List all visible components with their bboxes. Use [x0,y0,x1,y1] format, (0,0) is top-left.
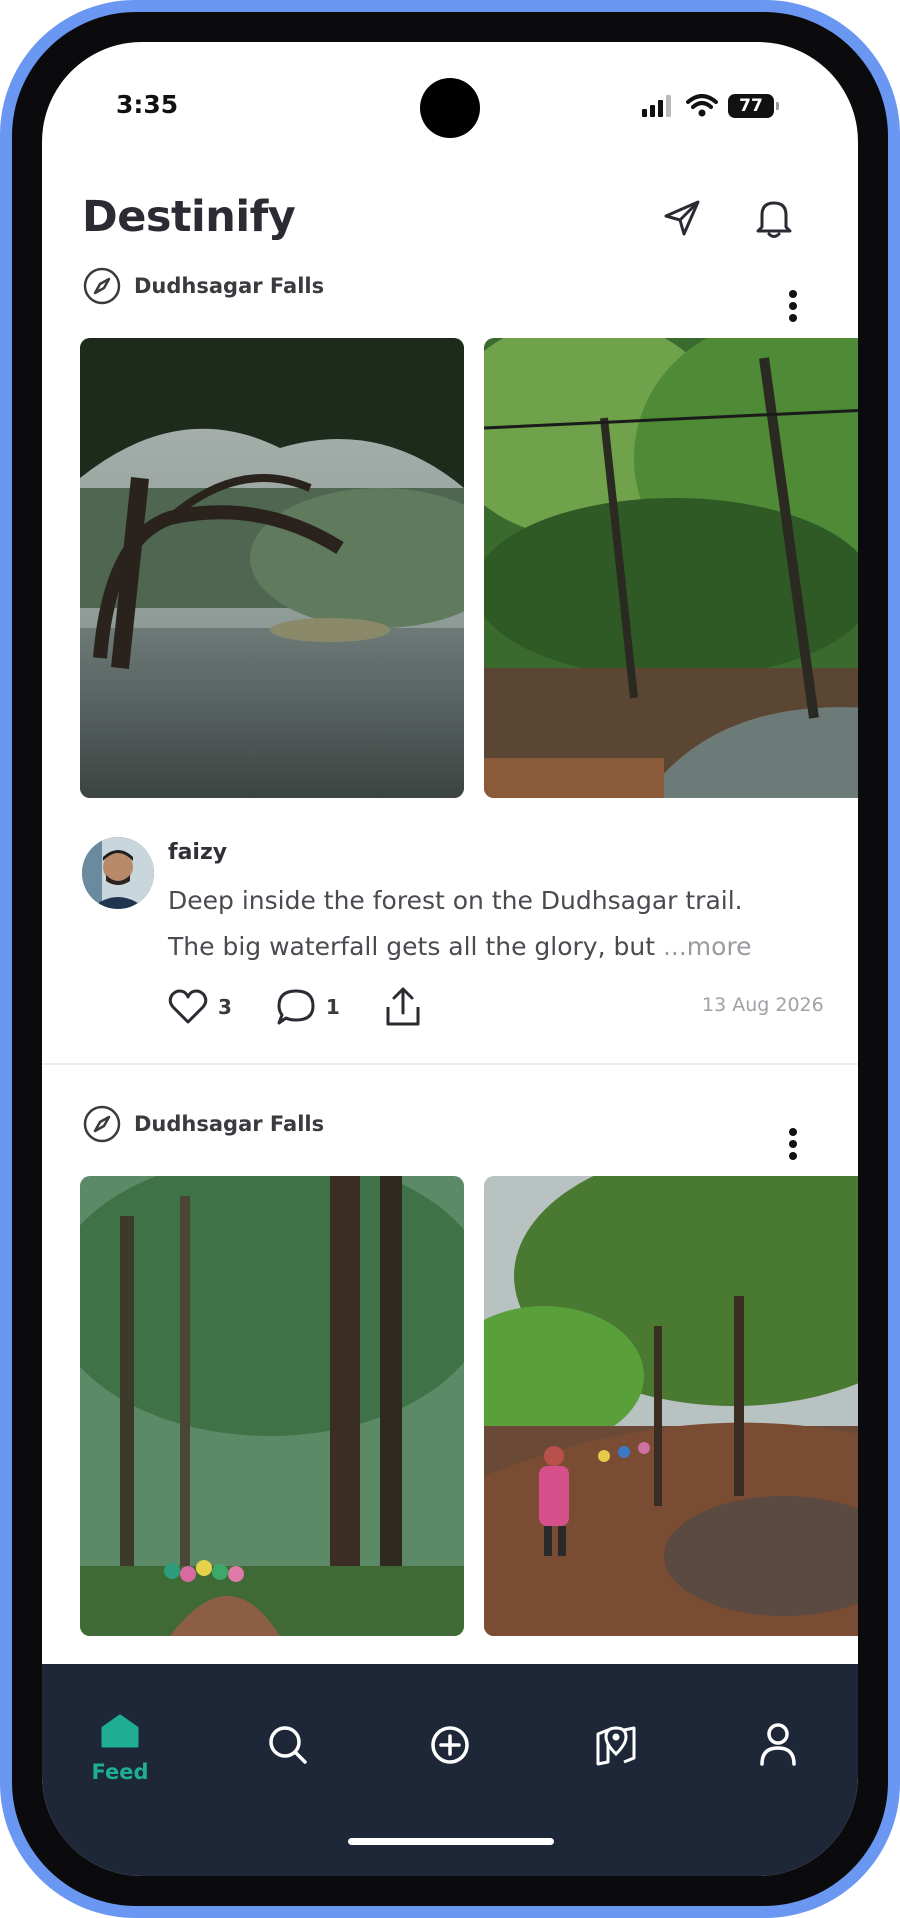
nav-profile[interactable] [728,1722,828,1766]
nav-search[interactable] [238,1724,338,1766]
nav-map[interactable] [566,1724,666,1766]
like-count: 3 [218,995,232,1019]
heart-icon [168,989,208,1024]
map-pin-icon [596,1726,636,1766]
post-date: 13 Aug 2026 [702,994,824,1016]
status-icons: 77 [642,92,779,120]
comment-count: 1 [325,995,340,1019]
author-name[interactable]: faizy [168,840,227,865]
nav-feed[interactable]: Feed [70,1714,170,1784]
signal-icon [642,95,671,117]
compass-icon [83,1105,121,1143]
avatar[interactable] [82,837,154,909]
post-location[interactable]: Dudhsagar Falls [82,266,324,306]
nav-label: Feed [91,1760,149,1784]
location-name: Dudhsagar Falls [134,1112,325,1136]
divider [42,1063,858,1065]
caption-line: Deep inside the forest on the Dudhsagar … [168,886,743,915]
compass-icon [83,267,121,305]
location-name: Dudhsagar Falls [134,274,325,298]
post-location[interactable]: Dudhsagar Falls [82,1104,324,1144]
nav-add[interactable] [400,1724,500,1766]
caption-line: The big waterfall gets all the glory, bu… [168,932,663,961]
post-photo[interactable] [80,1176,464,1636]
bell-icon [756,201,792,238]
send-button[interactable] [658,194,706,242]
more-vertical-icon [789,1128,797,1160]
battery-level: 77 [739,96,763,116]
wifi-icon [686,94,718,117]
post-photo[interactable] [80,338,464,798]
comment-icon [277,989,315,1025]
share-button[interactable] [384,987,422,1027]
like-button[interactable]: 3 [168,989,232,1025]
camera-cutout [420,78,480,138]
screen: 3:35 77 Destinify Dudhsagar Falls faizy … [42,42,858,1876]
post-photo[interactable] [484,1176,858,1636]
share-icon [386,987,420,1026]
notifications-button[interactable] [750,194,798,242]
send-icon [664,200,700,236]
post-actions: 3 1 [168,987,466,1027]
search-icon [269,1726,307,1764]
home-icon [101,1714,139,1748]
more-link[interactable]: ...more [663,932,752,961]
status-time: 3:35 [116,90,179,119]
post-menu-button[interactable] [780,1122,806,1166]
comment-button[interactable]: 1 [276,988,340,1026]
home-indicator[interactable] [348,1838,554,1845]
post-photo[interactable] [484,338,858,798]
post-menu-button[interactable] [780,284,806,328]
post-caption: Deep inside the forest on the Dudhsagar … [168,878,808,970]
profile-icon [760,1723,796,1766]
app-title: Destinify [82,192,296,242]
battery-indicator: 77 [728,94,779,118]
add-icon [431,1726,469,1764]
more-vertical-icon [789,290,797,322]
